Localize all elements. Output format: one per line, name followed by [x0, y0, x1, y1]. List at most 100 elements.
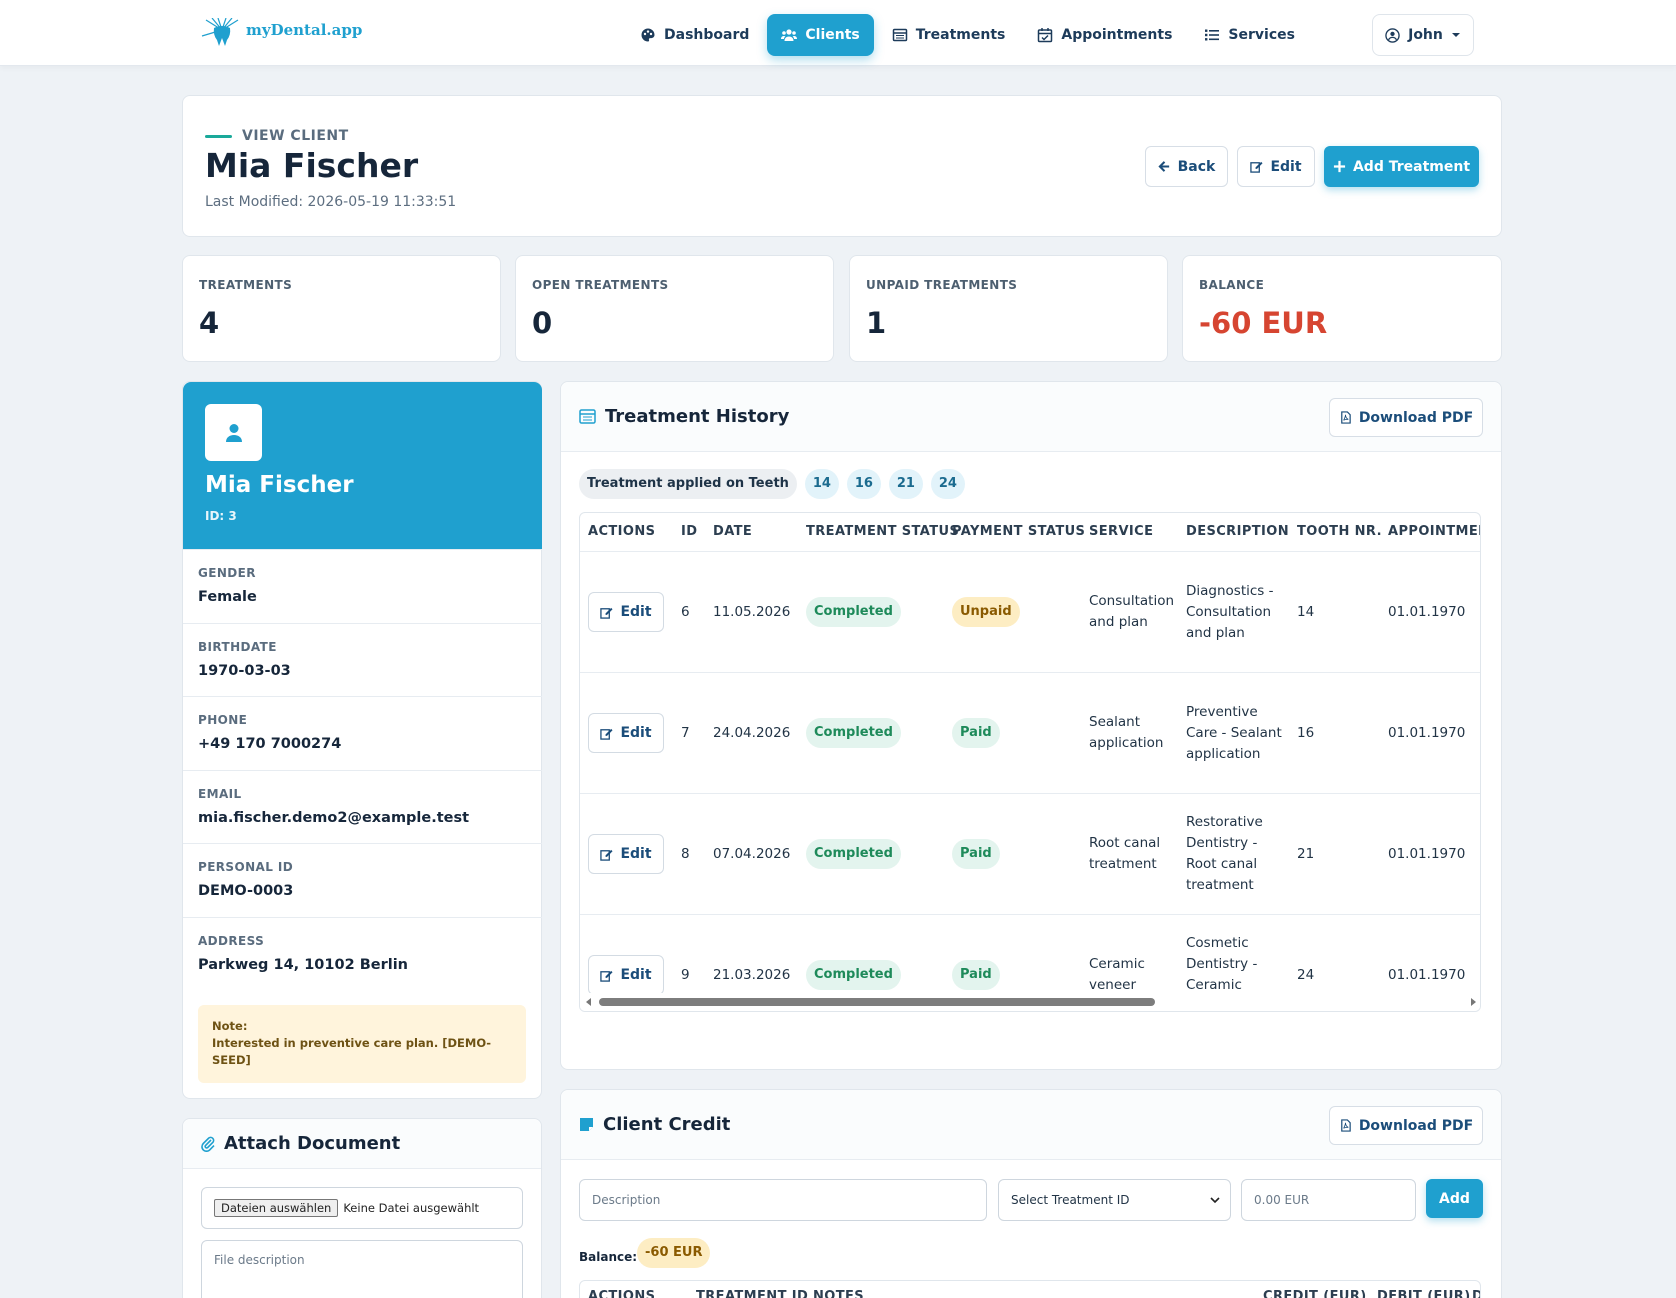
logo[interactable]: myDental.app	[200, 18, 362, 48]
cell-date: 21.03.2026	[713, 967, 791, 983]
edit-treatment-button[interactable]: Edit	[588, 592, 664, 632]
download-pdf-label: Download PDF	[1358, 409, 1474, 426]
cell-tooth: 21	[1297, 846, 1315, 862]
credit-table: ACTIONS TREATMENT ID NOTES CREDIT (EUR) …	[579, 1280, 1481, 1298]
back-button[interactable]: Back	[1145, 146, 1228, 187]
credit-description-input[interactable]: Description	[579, 1179, 987, 1221]
edit-client-button[interactable]: Edit	[1237, 146, 1315, 187]
add-treatment-button[interactable]: Add Treatment	[1324, 146, 1479, 187]
chevron-down-icon	[1210, 1196, 1220, 1203]
edit-treatment-button[interactable]: Edit	[588, 834, 664, 874]
stat-treatments: TREATMENTS 4	[182, 255, 501, 362]
edit-treatment-button[interactable]: Edit	[588, 713, 664, 753]
cell-line: treatment	[1089, 856, 1157, 872]
cell-date: 07.04.2026	[713, 846, 791, 862]
cell-tooth: 16	[1297, 725, 1315, 741]
table-icon	[579, 409, 596, 424]
add-treatment-label: Add Treatment	[1352, 158, 1471, 175]
balance-label: Balance:	[579, 1250, 638, 1264]
stat-balance: BALANCE -60 EUR	[1182, 255, 1502, 362]
nav-treatments-label: Treatments	[915, 27, 1006, 43]
field-value: Parkweg 14, 10102 Berlin	[198, 957, 409, 973]
nav-treatments[interactable]: Treatments	[878, 14, 1020, 56]
stat-value: 4	[199, 306, 220, 340]
user-menu-button[interactable]: John	[1372, 14, 1474, 56]
col-header: CREDIT (EUR)	[1263, 1289, 1367, 1298]
col-header: PAYMENT STATUS	[952, 524, 1086, 539]
cell-id: 7	[681, 725, 690, 741]
users-icon	[781, 29, 798, 41]
nav-appointments[interactable]: Appointments	[1023, 14, 1186, 56]
credit-amount-input[interactable]: 0.00 EUR	[1241, 1179, 1416, 1221]
scroll-right-arrow-icon[interactable]	[1469, 998, 1477, 1006]
page-kicker: VIEW CLIENT	[205, 128, 349, 144]
no-file-text: Keine Datei ausgewählt	[343, 1201, 480, 1215]
cell-service: Ceramic veneer	[1089, 954, 1145, 996]
field-label: GENDER	[198, 566, 256, 580]
payment-status-badge: Unpaid	[952, 597, 1020, 627]
file-pdf-icon	[1340, 411, 1351, 424]
paperclip-icon	[201, 1136, 215, 1152]
nav-clients-label: Clients	[805, 27, 860, 43]
cell-id: 8	[681, 846, 690, 862]
logo-text: myDental.app	[246, 21, 363, 39]
choose-file-button[interactable]: Dateien auswählen	[214, 1199, 339, 1217]
horizontal-scrollbar[interactable]	[580, 993, 1480, 1011]
cell-line: application	[1186, 746, 1261, 762]
list-icon	[1205, 29, 1220, 41]
edit-treatment-button[interactable]: Edit	[588, 955, 664, 995]
nav-dashboard[interactable]: Dashboard	[626, 14, 763, 56]
teeth-summary: Treatment applied on Teeth 14 16 21 24	[579, 469, 965, 499]
attach-title-text: Attach Document	[224, 1133, 401, 1154]
cell-service: Consultation and plan	[1089, 591, 1174, 633]
cell-line: and plan	[1089, 614, 1148, 630]
col-header: D	[1472, 1289, 1480, 1298]
cell-line: Restorative	[1186, 814, 1263, 830]
treatment-history-card: Treatment History Download PDF Treatment…	[560, 381, 1502, 1070]
credit-download-pdf-button[interactable]: Download PDF	[1329, 1106, 1483, 1145]
cell-line: Dentistry -	[1186, 835, 1258, 851]
nav-services[interactable]: Services	[1190, 14, 1309, 56]
treatment-id-select-label: Select Treatment ID	[1011, 1193, 1130, 1207]
stat-label: TREATMENTS	[199, 278, 293, 292]
add-credit-button[interactable]: Add	[1426, 1179, 1483, 1218]
palette-icon	[641, 28, 655, 42]
plus-icon	[1333, 160, 1346, 173]
field-value: Female	[198, 589, 257, 605]
profile-banner: Mia Fischer ID: 3	[183, 382, 542, 549]
col-header: SERVICE	[1089, 524, 1154, 539]
col-header: ACTIONS	[588, 1289, 656, 1298]
user-icon	[225, 423, 242, 442]
stat-value: 1	[866, 306, 887, 340]
download-pdf-button[interactable]: Download PDF	[1329, 398, 1483, 437]
tooth-logo-icon	[201, 18, 239, 46]
col-header: DESCRIPTION	[1186, 524, 1289, 539]
cell-line: Dentistry -	[1186, 956, 1258, 972]
treatment-id-select[interactable]: Select Treatment ID	[998, 1179, 1231, 1221]
scrollbar-thumb[interactable]	[599, 998, 1155, 1006]
table-row: Edit 6 11.05.2026 Completed Unpaid Consu…	[580, 551, 1480, 672]
field-email: EMAIL mia.fischer.demo2@example.test	[183, 770, 542, 844]
cell-line: application	[1089, 735, 1164, 751]
treatment-history-title-text: Treatment History	[605, 406, 790, 427]
calendar-check-icon	[1038, 28, 1053, 43]
col-header: TOOTH NR.	[1297, 524, 1382, 539]
cell-service: Sealant application	[1089, 712, 1163, 754]
scroll-left-arrow-icon[interactable]	[585, 998, 593, 1006]
table-icon	[892, 28, 907, 42]
edit-icon	[600, 728, 613, 740]
file-input[interactable]: Dateien auswählen Keine Datei ausgewählt	[201, 1187, 523, 1229]
sticky-note-icon	[580, 1118, 593, 1131]
nav-services-label: Services	[1228, 27, 1295, 43]
stat-value: 0	[532, 306, 553, 340]
file-description-input[interactable]: File description	[201, 1240, 523, 1298]
edit-label: Edit	[620, 846, 652, 862]
table-row: Edit 7 24.04.2026 Completed Paid Sealant…	[580, 672, 1480, 793]
cell-description: Diagnostics - Consultation and plan	[1186, 581, 1274, 644]
tooth-badge: 24	[930, 469, 965, 499]
page-title: Mia Fischer	[205, 146, 419, 185]
nav-clients[interactable]: Clients	[767, 14, 874, 56]
cell-appointment: 01.01.1970	[1388, 846, 1466, 862]
edit-label: Edit	[620, 604, 652, 620]
cell-appointment: 01.01.1970	[1388, 604, 1466, 620]
